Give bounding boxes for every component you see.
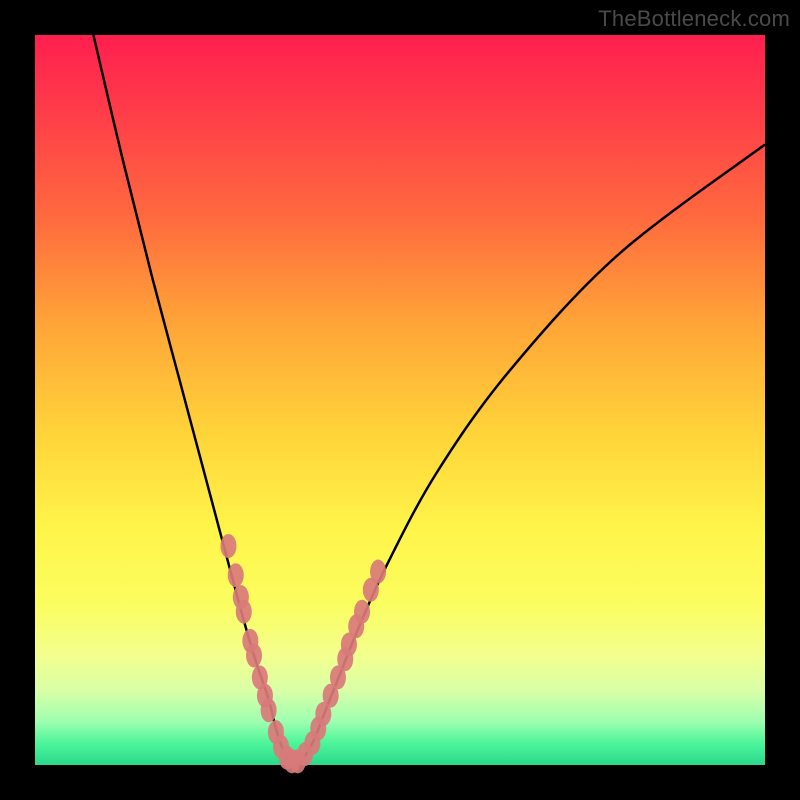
curve-marker xyxy=(228,563,244,587)
curve-marker xyxy=(370,560,386,584)
curve-marker xyxy=(246,644,262,668)
plot-area xyxy=(35,35,765,765)
attribution-text: TheBottleneck.com xyxy=(598,6,790,32)
curve-marker xyxy=(236,600,252,624)
curve-markers xyxy=(220,534,386,773)
curve-line xyxy=(93,35,765,767)
curve-marker xyxy=(220,534,236,558)
curve-marker xyxy=(261,698,277,722)
chart-svg xyxy=(35,35,765,765)
bottleneck-curve-path xyxy=(93,35,765,767)
chart-frame: TheBottleneck.com xyxy=(0,0,800,800)
curve-marker xyxy=(354,600,370,624)
